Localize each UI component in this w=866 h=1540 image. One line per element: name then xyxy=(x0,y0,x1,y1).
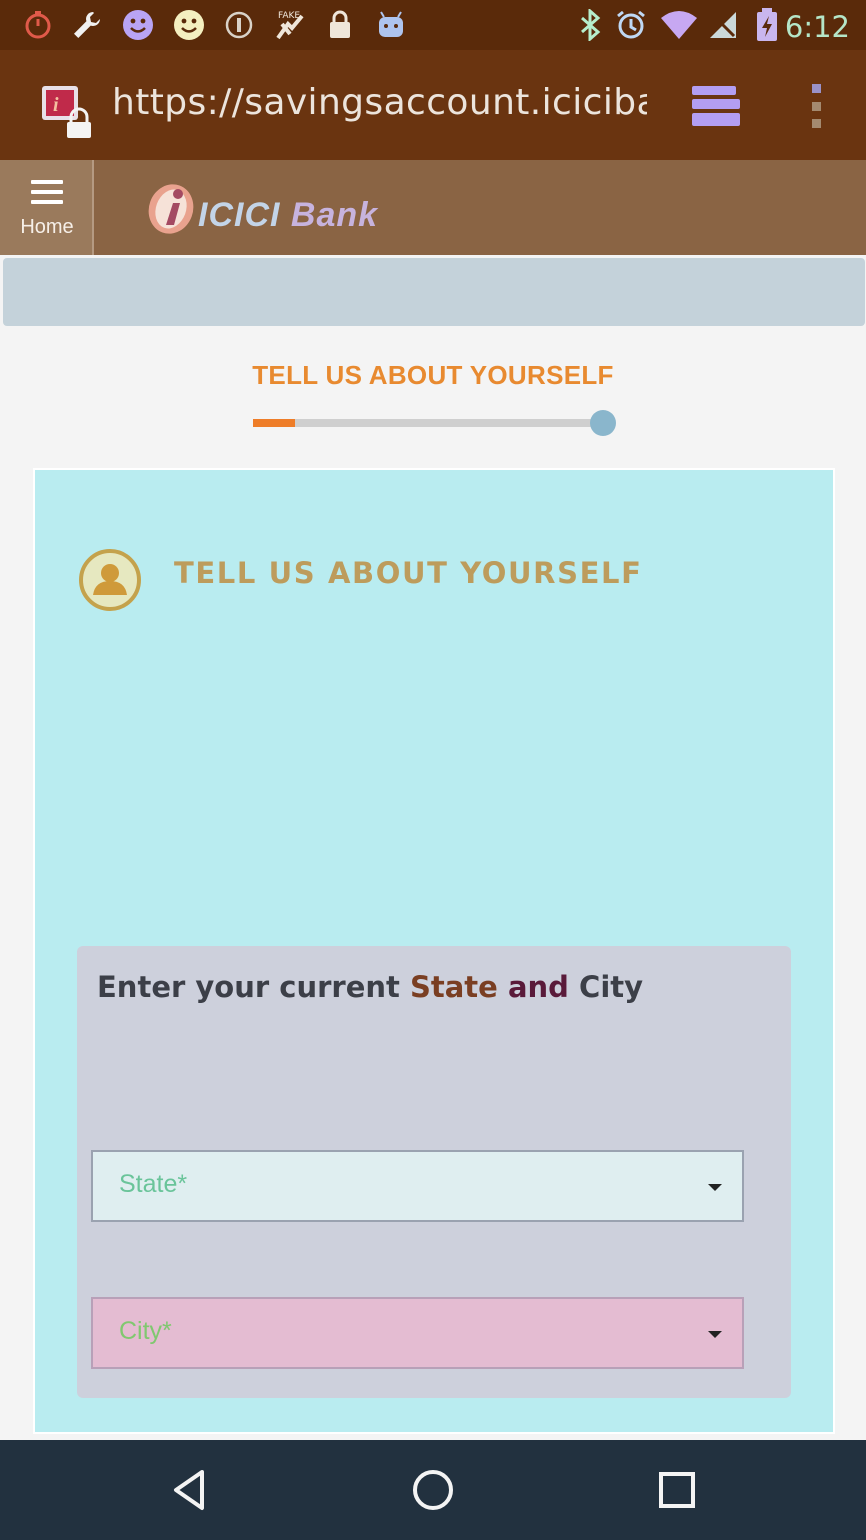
phone-screen: FAKE 6:12 i https://savingsaccount.icici… xyxy=(0,0,866,1540)
wrench-icon xyxy=(70,8,104,42)
info-circle-icon xyxy=(222,8,256,42)
icici-logo-icon[interactable] xyxy=(145,180,201,241)
site-header: Home xyxy=(0,160,866,255)
heading-and-word: and xyxy=(507,970,569,1004)
location-heading: Enter your current State and City xyxy=(97,970,643,1004)
state-placeholder: State* xyxy=(119,1170,188,1198)
android-icon xyxy=(374,8,408,42)
lock-icon xyxy=(323,8,357,42)
url-text[interactable]: https://savingsaccount.icicibank xyxy=(112,82,647,132)
bluetooth-icon xyxy=(573,8,607,42)
city-placeholder: City* xyxy=(119,1317,172,1345)
progress-end-marker xyxy=(590,410,616,436)
heading-state-word: State xyxy=(409,970,498,1004)
browser-url-bar[interactable]: i https://savingsaccount.icicibank xyxy=(0,50,866,160)
menu-dot xyxy=(811,119,821,128)
brand-name-text: ICICI xyxy=(198,196,281,234)
notice-strip xyxy=(3,258,865,326)
tabs-stack-icon[interactable] xyxy=(688,82,744,130)
city-select[interactable]: City* xyxy=(91,1297,744,1369)
user-avatar-icon xyxy=(78,548,142,612)
brand-suffix-text: Bank xyxy=(290,196,379,234)
timer-icon xyxy=(21,8,55,42)
battery-charging-icon xyxy=(750,8,784,42)
brand-name: ICICI Bank xyxy=(198,196,378,235)
status-bar: FAKE 6:12 xyxy=(0,0,866,50)
home-label: Home xyxy=(20,216,74,238)
chevron-down-icon xyxy=(708,1184,722,1191)
card-title: TELL US ABOUT YOURSELF xyxy=(174,556,643,590)
progress-fill xyxy=(253,419,295,427)
signal-off-icon xyxy=(706,8,740,42)
alarm-icon xyxy=(614,8,648,42)
svg-text:i: i xyxy=(53,94,59,116)
smiley-yellow-icon xyxy=(172,8,206,42)
menu-dot xyxy=(811,84,821,93)
heading-city-word: City xyxy=(579,970,644,1004)
progress-title: TELL US ABOUT YOURSELF xyxy=(252,360,614,390)
progress-track xyxy=(253,419,603,427)
hamburger-icon xyxy=(31,180,63,204)
heading-prefix: Enter your current xyxy=(97,970,410,1004)
menu-dot xyxy=(811,101,821,111)
smiley-purple-icon xyxy=(121,8,155,42)
chevron-down-icon xyxy=(708,1331,722,1338)
home-circle-icon[interactable] xyxy=(403,1460,463,1520)
home-menu-button[interactable]: Home xyxy=(0,160,94,255)
fake-gps-icon: FAKE xyxy=(272,8,306,42)
overflow-menu-icon[interactable] xyxy=(800,82,832,130)
site-security-icon[interactable]: i xyxy=(40,84,96,140)
state-select[interactable]: State* xyxy=(91,1150,744,1222)
android-nav-bar xyxy=(0,1440,866,1540)
back-triangle-icon[interactable] xyxy=(160,1460,220,1520)
recents-square-icon[interactable] xyxy=(647,1460,707,1520)
status-time: 6:12 xyxy=(784,10,850,44)
wifi-icon xyxy=(659,8,699,42)
